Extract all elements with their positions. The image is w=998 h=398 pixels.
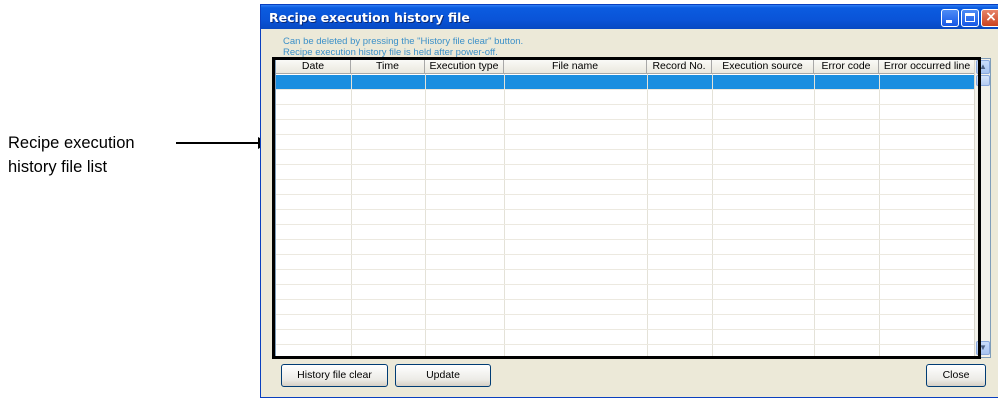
callout-line <box>176 142 259 144</box>
window-title: Recipe execution history file <box>269 10 470 25</box>
close-icon: × <box>985 9 997 25</box>
info-text-delete: Can be deleted by pressing the "History … <box>283 36 524 47</box>
maximize-icon <box>965 13 975 22</box>
annotation-line-1: Recipe execution <box>8 134 135 152</box>
title-bar[interactable]: Recipe execution history file × <box>261 5 998 29</box>
minimize-icon <box>946 20 952 23</box>
list-highlight-frame <box>272 57 981 359</box>
update-button[interactable]: Update <box>395 364 491 387</box>
close-button[interactable]: Close <box>926 364 986 387</box>
history-file-clear-button[interactable]: History file clear <box>281 364 388 387</box>
annotation-label: Recipe execution history file list <box>8 131 135 179</box>
minimize-button[interactable] <box>941 9 959 27</box>
maximize-button[interactable] <box>961 9 979 27</box>
annotation-line-2: history file list <box>8 158 108 176</box>
close-window-button[interactable]: × <box>981 9 998 27</box>
